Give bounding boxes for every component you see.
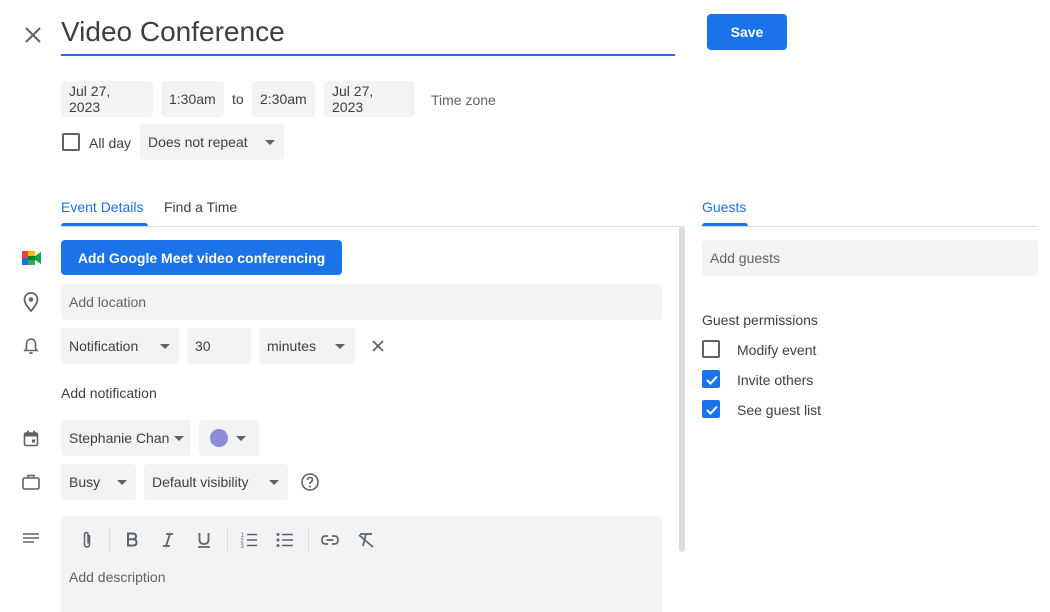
visibility-dropdown[interactable]: Default visibility xyxy=(144,464,288,500)
svg-text:3: 3 xyxy=(241,544,245,550)
calendar-owner-dropdown[interactable]: Stephanie Chan xyxy=(61,420,191,456)
end-time-chip[interactable]: 2:30am xyxy=(252,81,315,117)
calendar-icon xyxy=(23,430,39,447)
link-icon[interactable] xyxy=(320,530,340,550)
notification-value: 30 xyxy=(195,338,211,354)
notification-type-value: Notification xyxy=(69,338,139,354)
start-date-text: Jul 27, 2023 xyxy=(69,83,111,115)
chevron-down-icon xyxy=(236,436,246,441)
toolbar-divider xyxy=(308,528,309,552)
details-scrollbar[interactable] xyxy=(679,227,685,552)
visibility-value: Default visibility xyxy=(152,474,249,490)
attachment-icon[interactable] xyxy=(77,530,97,550)
add-meet-label: Add Google Meet video conferencing xyxy=(77,249,326,266)
calendar-owner-value: Stephanie Chan xyxy=(69,430,170,446)
start-date-chip[interactable]: Jul 27, 2023 xyxy=(61,81,153,117)
end-date-text: Jul 27, 2023 xyxy=(332,83,374,115)
notification-type-dropdown[interactable]: Notification xyxy=(61,328,179,364)
timezone-link[interactable]: Time zone xyxy=(431,92,496,108)
guests-divider xyxy=(702,226,1038,227)
google-meet-icon xyxy=(22,249,42,267)
all-day-checkbox[interactable] xyxy=(62,133,80,151)
see-guest-list-checkbox[interactable] xyxy=(702,400,720,418)
bold-icon[interactable] xyxy=(122,530,142,550)
invite-others-checkbox[interactable] xyxy=(702,370,720,388)
italic-icon[interactable] xyxy=(158,530,178,550)
start-time-chip[interactable]: 1:30am xyxy=(161,81,224,117)
end-time-text: 2:30am xyxy=(260,91,307,107)
chevron-down-icon xyxy=(269,480,279,485)
tab-event-details-label: Event Details xyxy=(61,199,144,215)
description-placeholder: Add description xyxy=(69,569,166,585)
modify-event-checkbox[interactable] xyxy=(702,340,720,358)
repeat-dropdown[interactable]: Does not repeat xyxy=(140,124,284,160)
notification-value-input[interactable]: 30 xyxy=(187,328,251,364)
add-guests-input[interactable]: Add guests xyxy=(702,240,1038,276)
chevron-down-icon xyxy=(160,344,170,349)
event-color-dropdown[interactable] xyxy=(199,420,259,456)
see-guest-list-label: See guest list xyxy=(737,402,822,418)
end-date-chip[interactable]: Jul 27, 2023 xyxy=(324,81,415,117)
availability-dropdown[interactable]: Busy xyxy=(61,464,136,500)
notification-unit-value: minutes xyxy=(267,338,317,354)
guest-permissions-title: Guest permissions xyxy=(702,312,818,328)
location-placeholder: Add location xyxy=(69,294,147,310)
chevron-down-icon xyxy=(117,480,127,485)
briefcase-icon xyxy=(22,474,40,490)
chevron-down-icon xyxy=(174,436,184,441)
location-pin-icon xyxy=(23,292,39,313)
repeat-value: Does not repeat xyxy=(148,134,248,150)
add-guests-placeholder: Add guests xyxy=(710,250,781,266)
help-icon[interactable] xyxy=(300,472,320,492)
all-day-label: All day xyxy=(89,135,132,151)
modify-event-label: Modify event xyxy=(737,342,817,358)
toolbar-divider xyxy=(109,528,110,552)
location-input[interactable]: Add location xyxy=(61,284,662,320)
save-button[interactable]: Save xyxy=(707,14,787,50)
tab-guests[interactable]: Guests xyxy=(702,199,746,215)
to-label: to xyxy=(232,91,244,107)
toolbar-divider xyxy=(227,528,228,552)
underline-icon[interactable] xyxy=(194,530,214,550)
add-meet-button[interactable]: Add Google Meet video conferencing xyxy=(61,240,342,275)
clear-formatting-icon[interactable] xyxy=(356,530,376,550)
numbered-list-icon[interactable]: 123 xyxy=(239,530,259,550)
checkmark-icon xyxy=(706,375,718,385)
checkmark-icon xyxy=(706,405,718,415)
add-notification-link[interactable]: Add notification xyxy=(61,385,157,401)
tab-find-a-time[interactable]: Find a Time xyxy=(164,199,237,215)
chevron-down-icon xyxy=(265,140,275,145)
bulleted-list-icon[interactable] xyxy=(275,530,295,550)
start-time-text: 1:30am xyxy=(169,91,216,107)
availability-value: Busy xyxy=(69,474,101,490)
tab-event-details[interactable]: Event Details xyxy=(61,199,143,215)
save-label: Save xyxy=(730,24,764,40)
tab-guests-label: Guests xyxy=(702,199,747,215)
title-text: Video Conference xyxy=(61,16,285,47)
chevron-down-icon xyxy=(335,344,345,349)
title-input[interactable]: Video Conference xyxy=(61,12,675,56)
bell-icon xyxy=(23,337,39,355)
remove-notification-icon[interactable] xyxy=(371,339,385,353)
event-color-swatch xyxy=(210,429,228,447)
notification-unit-dropdown[interactable]: minutes xyxy=(259,328,355,364)
description-icon xyxy=(22,532,40,546)
tab-find-a-time-label: Find a Time xyxy=(164,199,238,215)
invite-others-label: Invite others xyxy=(737,372,814,388)
tabs-divider xyxy=(61,226,685,227)
close-icon[interactable] xyxy=(22,24,44,46)
